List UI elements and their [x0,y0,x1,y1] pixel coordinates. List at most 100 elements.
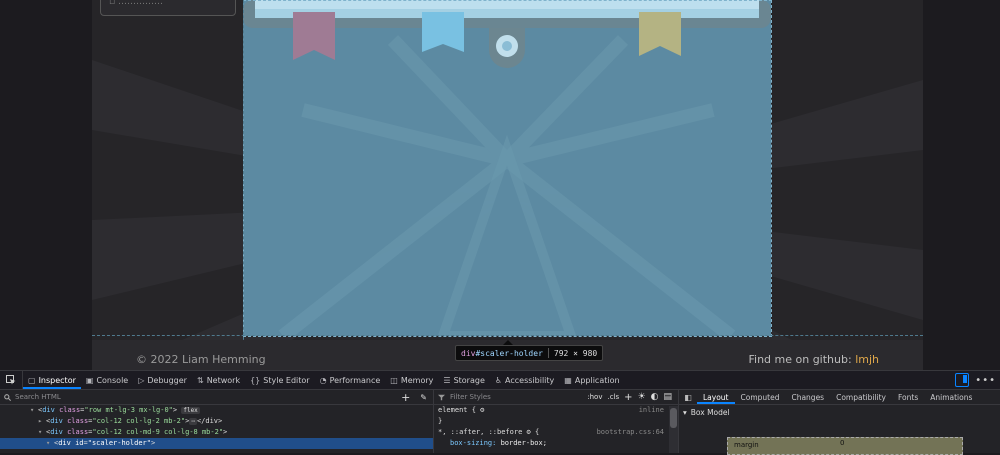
ellipsis-badge[interactable]: ⋯ [189,418,197,425]
margin-box[interactable]: margin 0 [727,437,963,455]
rule-selector: element { [438,406,476,414]
tab-label: Accessibility [505,375,555,385]
guide-vertical [243,0,244,370]
rules-filter-row: Filter Styles :hov .cls + ☀ ◐ ▤ [434,390,678,405]
tab-label: Performance [329,375,381,385]
toolbar-right: ••• [955,371,1000,389]
guide-horizontal [92,335,923,336]
tab-animations[interactable]: Animations [924,390,978,404]
github-label: Find me on github: [748,353,852,366]
accessibility-icon: ♿ [494,375,503,385]
rules-scrollbar[interactable] [669,406,678,453]
tab-performance[interactable]: ◔ Performance [315,371,386,389]
tab-network[interactable]: ⇅ Network [192,371,245,389]
web-page: ▫ …………… © 2022 Liam Hemming Find me on g… [0,0,1000,370]
node-tag: div [50,417,63,425]
layout-pane: ◧ Layout Computed Changes Compatibility … [679,390,1000,455]
rule-element[interactable]: element { ⚙ inline [434,405,678,416]
add-node-icon[interactable]: + [401,391,410,404]
tab-label: Storage [453,375,485,385]
rules-pane: Filter Styles :hov .cls + ☀ ◐ ▤ element … [434,390,679,453]
tree-node-selected[interactable]: ▾ <div id="scaler-holder"> [0,438,433,449]
tree-node[interactable]: ▾ <div class="col-12 col-md-9 col-lg-8 mb… [0,427,433,438]
tab-fonts[interactable]: Fonts [892,390,924,404]
margin-top-value[interactable]: 0 [840,439,844,447]
hov-button[interactable]: :hov [587,393,602,401]
tab-label: Application [574,375,620,385]
node-tag: div [50,428,63,436]
add-rule-icon[interactable]: + [624,392,632,403]
sidebar-tabs: ◧ Layout Computed Changes Compatibility … [679,390,1000,405]
blue-ribbon [422,12,464,52]
tab-debugger[interactable]: ▷ Debugger [133,371,192,389]
rule-universal[interactable]: *, ::after, ::before ⚙ {bootstrap.css:64 [434,427,678,438]
markup-pane: + ✎ ▾<div class="row mt-lg-3 mx-lg-0"> f… [0,390,434,453]
tab-storage[interactable]: ☰ Storage [438,371,489,389]
tab-compatibility[interactable]: Compatibility [830,390,892,404]
more-options-icon[interactable]: ••• [975,375,996,386]
tab-application[interactable]: ▦ Application [559,371,624,389]
tab-label: Console [96,375,129,385]
tab-layout[interactable]: Layout [697,390,735,404]
eyedropper-icon[interactable]: ✎ [420,393,427,402]
node-attr: class [67,417,89,425]
tab-accessibility[interactable]: ♿ Accessibility [490,371,559,389]
collapse-arrow-icon[interactable]: ▾ [46,438,54,449]
collapse-arrow-icon[interactable]: ▾ [30,405,38,416]
tab-inspector[interactable]: ▢ Inspector [23,371,81,389]
box-model-header[interactable]: ▾ Box Model [679,405,1000,419]
tab-style-editor[interactable]: {} Style Editor [245,371,315,389]
box-model-title: Box Model [690,407,730,417]
expand-arrow-icon[interactable]: ▸ [38,416,46,427]
settings-icon[interactable]: ⚙ [480,406,484,414]
rule-source-link[interactable]: bootstrap.css:64 [597,427,664,438]
devtools-panel: ▢ Inspector ▣ Console ▷ Debugger ⇅ Network {… [0,370,1000,455]
storage-icon: ☰ [443,375,451,385]
tooltip-divider [547,348,549,358]
scaler-artwork [243,0,771,336]
tree-node[interactable]: ▸ <div class="col-12 col-lg-2 mb-2"> ⋯ </di… [0,416,433,427]
tab-console[interactable]: ▣ Console [81,371,133,389]
node-attr: class [59,406,81,414]
sidebar-card[interactable]: ▫ …………… [100,0,236,16]
tab-computed[interactable]: Computed [735,390,786,404]
devtools-toolbar: ▢ Inspector ▣ Console ▷ Debugger ⇅ Network {… [0,371,1000,390]
node-attr: id [75,439,84,447]
inspector-tooltip: div#scaler-holder 792 × 980 [455,345,604,361]
tab-label: Debugger [147,375,187,385]
scaler-holder[interactable] [243,0,771,336]
flex-badge[interactable]: flex [181,407,200,414]
grid-icon: ▦ [564,375,572,385]
rule-declaration[interactable]: box-sizing: border-box; [434,438,678,449]
light-theme-icon[interactable]: ☀ [638,392,646,402]
node-attr-value: "col-12 col-md-9 col-lg-8 mb-2" [92,428,224,436]
tooltip-id: #scaler-holder [475,348,543,358]
css-property[interactable]: box-sizing: [438,439,496,447]
css-value[interactable]: border-box; [501,439,547,447]
settings-icon[interactable]: ⚙ [527,428,531,436]
rule-close-brace: } [438,417,443,425]
cls-button[interactable]: .cls [607,393,619,401]
chevron-down-icon: ▾ [683,407,687,417]
network-icon: ⇅ [196,375,204,385]
pink-ribbon [293,12,335,60]
node-attr-value: "row mt-lg-3 mx-lg-0" [84,406,173,414]
dark-theme-icon[interactable]: ◐ [651,392,659,402]
tree-node[interactable]: ▾ <div class="row mt-lg-3 mx-lg-0"> flex [0,405,433,416]
github-link[interactable]: lmjh [855,353,879,366]
inspector-icon: ▢ [28,375,36,385]
element-picker-button[interactable] [0,371,23,389]
tab-memory[interactable]: ◫ Memory [385,371,438,389]
scrollbar-thumb[interactable] [670,408,677,428]
node-tag: div [58,439,71,447]
dock-side-icon[interactable] [955,373,970,387]
element-picker-icon [6,375,16,385]
tab-changes[interactable]: Changes [785,390,830,404]
toggle-sidebar-icon[interactable]: ◧ [679,390,697,404]
filter-styles-input[interactable]: Filter Styles [450,393,491,401]
github-text: Find me on github: lmjh [748,353,879,366]
print-simulation-icon[interactable]: ▤ [663,392,672,402]
margin-label: margin [734,441,759,449]
collapse-arrow-icon[interactable]: ▾ [38,427,46,438]
html-search-input[interactable] [15,393,395,401]
